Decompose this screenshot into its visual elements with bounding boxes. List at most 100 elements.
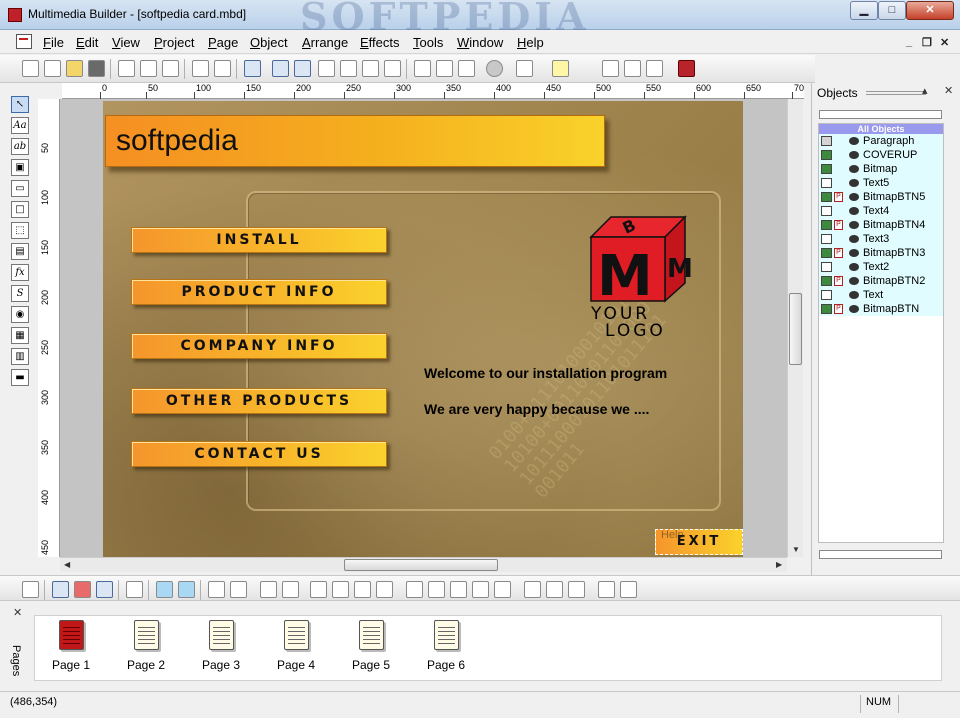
mdi-restore-button[interactable]: ❐ xyxy=(922,36,932,49)
maximize-button[interactable]: □ xyxy=(878,1,906,20)
horizontal-scrollbar[interactable]: ◀ ▶ xyxy=(60,557,787,572)
compile-cube-icon[interactable] xyxy=(678,60,695,77)
menu-edit[interactable]: Edit xyxy=(76,35,98,50)
document-icon[interactable] xyxy=(16,34,32,49)
menu-project[interactable]: Project xyxy=(154,35,194,50)
page-thumb-2[interactable]: Page 2 xyxy=(116,618,176,678)
design-canvas[interactable]: 0100+01110100010101110100+00110101101000… xyxy=(60,99,787,557)
visibility-eye-icon[interactable] xyxy=(849,137,859,145)
panel-close-icon[interactable]: ✕ xyxy=(944,84,953,97)
align-icon[interactable] xyxy=(458,60,475,77)
menu-object[interactable]: Object xyxy=(250,35,288,50)
contact-us-button[interactable]: CONTACT US xyxy=(131,441,387,467)
rectangle-tool-icon[interactable]: □ xyxy=(11,201,29,218)
textbox-tool-icon[interactable]: ab xyxy=(11,138,29,155)
panel-grip[interactable] xyxy=(866,91,926,95)
folder-icon[interactable] xyxy=(318,60,335,77)
object-item[interactable]: P BitmapBTN xyxy=(819,302,943,316)
zoom-icon[interactable] xyxy=(362,60,379,77)
open-folder-icon[interactable] xyxy=(66,60,83,77)
scroll-left-arrow-icon[interactable]: ◀ xyxy=(64,560,70,569)
other-products-button[interactable]: OTHER PRODUCTS xyxy=(131,388,387,414)
distribute-v-icon[interactable] xyxy=(428,581,445,598)
object-item[interactable]: Text5 xyxy=(819,176,943,190)
new-page-icon[interactable] xyxy=(44,60,61,77)
clipboard-icon[interactable] xyxy=(162,60,179,77)
text-tool-icon[interactable]: Aa xyxy=(11,117,29,134)
minimize-button[interactable]: ▁ xyxy=(850,1,878,20)
visibility-eye-icon[interactable] xyxy=(849,263,859,271)
paste-icon[interactable] xyxy=(140,60,157,77)
object-item[interactable]: P BitmapBTN4 xyxy=(819,218,943,232)
objects-filter-field[interactable] xyxy=(819,110,942,119)
object-item[interactable]: Text3 xyxy=(819,232,943,246)
center-v-icon[interactable] xyxy=(598,581,615,598)
ruler-toggle-icon[interactable] xyxy=(272,60,289,77)
menu-tools[interactable]: Tools xyxy=(413,35,443,50)
same-size-icon[interactable] xyxy=(494,581,511,598)
copy-icon[interactable] xyxy=(118,60,135,77)
object-item[interactable]: Text xyxy=(819,288,943,302)
button-tool-icon[interactable]: ▭ xyxy=(11,180,29,197)
object-item[interactable]: Paragraph xyxy=(819,134,943,148)
company-info-button[interactable]: COMPANY INFO xyxy=(131,333,387,359)
layer-icon[interactable] xyxy=(52,581,69,598)
magic-wand-icon[interactable] xyxy=(516,60,533,77)
menu-arrange[interactable]: Arrange xyxy=(302,35,348,50)
slider-tool-icon[interactable]: ▥ xyxy=(11,348,29,365)
grid-icon[interactable] xyxy=(244,60,261,77)
card-page[interactable]: 0100+01110100010101110100+00110101101000… xyxy=(103,101,743,557)
shape-icon[interactable] xyxy=(486,60,503,77)
align-right-icon[interactable] xyxy=(354,581,371,598)
object-item[interactable]: P BitmapBTN2 xyxy=(819,274,943,288)
page-settings-icon[interactable] xyxy=(230,581,247,598)
object-list-icon[interactable] xyxy=(294,60,311,77)
visibility-eye-icon[interactable] xyxy=(849,249,859,257)
page-thumb-1[interactable]: Page 1 xyxy=(41,618,101,678)
scroll-right-arrow-icon[interactable]: ▶ xyxy=(776,560,782,569)
product-info-button[interactable]: PRODUCT INFO xyxy=(131,279,387,305)
speech-bubble-icon[interactable] xyxy=(552,60,569,77)
undo-icon[interactable] xyxy=(192,60,209,77)
web-tool-icon[interactable]: ◉ xyxy=(11,306,29,323)
align-top-icon[interactable] xyxy=(376,581,393,598)
visibility-eye-icon[interactable] xyxy=(849,165,859,173)
panel-pin-icon[interactable]: ▴ xyxy=(922,84,928,97)
happy-text[interactable]: We are very happy because we .... xyxy=(424,401,649,417)
menu-file[interactable]: File xyxy=(43,35,64,50)
align-left-icon[interactable] xyxy=(310,581,327,598)
script-tool-icon[interactable]: fx xyxy=(11,264,29,281)
object-item[interactable]: Text2 xyxy=(819,260,943,274)
film-tool-icon[interactable]: ▤ xyxy=(11,243,29,260)
component-tool-icon[interactable]: ▦ xyxy=(11,327,29,344)
previous-arrow-icon[interactable] xyxy=(156,581,173,598)
flip-horizontal-icon[interactable] xyxy=(414,60,431,77)
move-icon[interactable] xyxy=(340,60,357,77)
page-properties-icon[interactable] xyxy=(208,581,225,598)
select-area-icon[interactable] xyxy=(384,60,401,77)
visibility-eye-icon[interactable] xyxy=(849,221,859,229)
page-thumb-5[interactable]: Page 5 xyxy=(341,618,401,678)
object-item[interactable]: Bitmap xyxy=(819,162,943,176)
all-objects-header[interactable]: All Objects xyxy=(819,124,943,134)
new-page-icon[interactable] xyxy=(22,581,39,598)
visibility-eye-icon[interactable] xyxy=(849,277,859,285)
menu-window[interactable]: Window xyxy=(457,35,503,50)
next-arrow-icon[interactable] xyxy=(178,581,195,598)
distribute-h-icon[interactable] xyxy=(406,581,423,598)
new-file-icon[interactable] xyxy=(22,60,39,77)
menu-help[interactable]: Help xyxy=(517,35,544,50)
space-v-icon[interactable] xyxy=(546,581,563,598)
run-icon[interactable] xyxy=(646,60,663,77)
vertical-scroll-thumb[interactable] xyxy=(789,293,802,365)
vertical-scrollbar[interactable]: ▼ xyxy=(787,99,803,557)
flip-vertical-icon[interactable] xyxy=(436,60,453,77)
delete-x-icon[interactable] xyxy=(126,581,143,598)
object-item[interactable]: COVERUP xyxy=(819,148,943,162)
mdi-minimize-button[interactable]: _ xyxy=(906,36,912,48)
objects-list[interactable]: All Objects Paragraph COVERUP Bitmap Tex… xyxy=(818,123,944,543)
visibility-eye-icon[interactable] xyxy=(849,305,859,313)
visibility-eye-icon[interactable] xyxy=(849,207,859,215)
center-h-icon[interactable] xyxy=(568,581,585,598)
close-button[interactable]: ✕ xyxy=(906,1,954,20)
